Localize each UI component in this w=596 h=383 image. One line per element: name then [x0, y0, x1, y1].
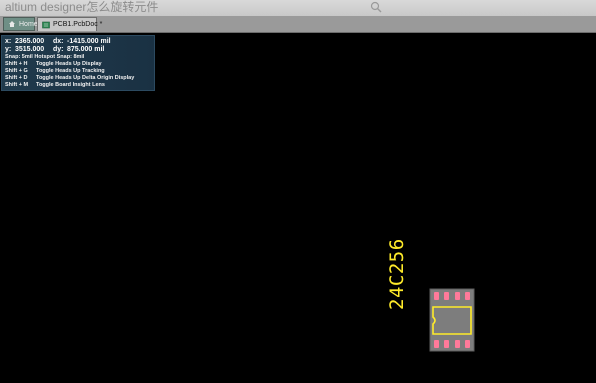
tab-home-label: Home: [19, 20, 38, 28]
ic-pad: [465, 340, 470, 348]
search-query-text: altium designer怎么旋转元件: [5, 0, 159, 14]
pcb-document-icon: [42, 21, 50, 28]
search-icon[interactable]: [370, 1, 382, 13]
home-icon: [9, 21, 15, 27]
tab-home[interactable]: Home: [3, 17, 38, 31]
ic-footprint[interactable]: [428, 287, 476, 353]
search-overlay: altium designer怎么旋转元件: [0, 0, 596, 16]
ic-pad: [444, 292, 449, 300]
ic-pad: [444, 340, 449, 348]
ic-pad: [455, 292, 460, 300]
ic-pad: [434, 340, 439, 348]
ic-pad: [434, 292, 439, 300]
ic-pad: [455, 340, 460, 348]
tab-pcb-document[interactable]: PCB1.PcbDoc *: [37, 17, 102, 31]
tab-pcb-label: PCB1.PcbDoc *: [53, 21, 103, 28]
document-tab-bar: Home PCB1.PcbDoc *: [0, 16, 596, 33]
component-designator[interactable]: 24C256: [386, 238, 408, 310]
ic-pad: [465, 292, 470, 300]
pcb-editor-canvas[interactable]: [0, 33, 596, 383]
